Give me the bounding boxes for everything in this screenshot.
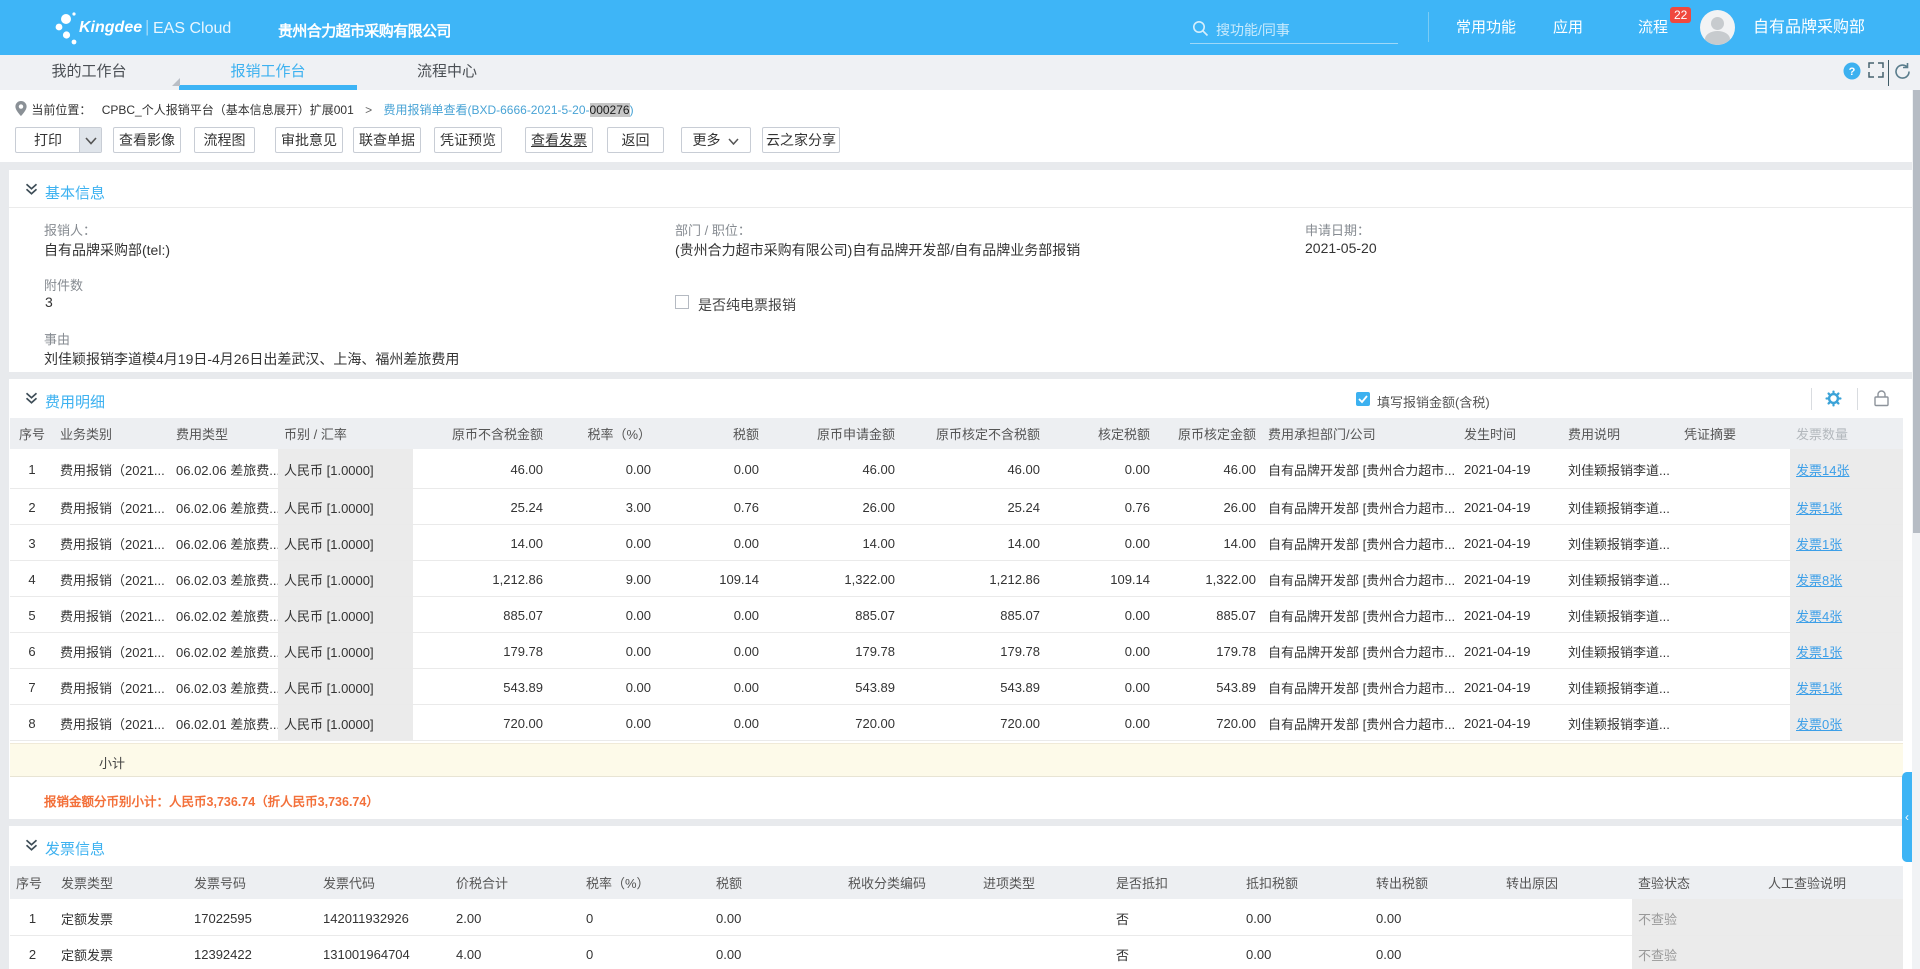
svg-text:?: ? [1849,66,1856,78]
